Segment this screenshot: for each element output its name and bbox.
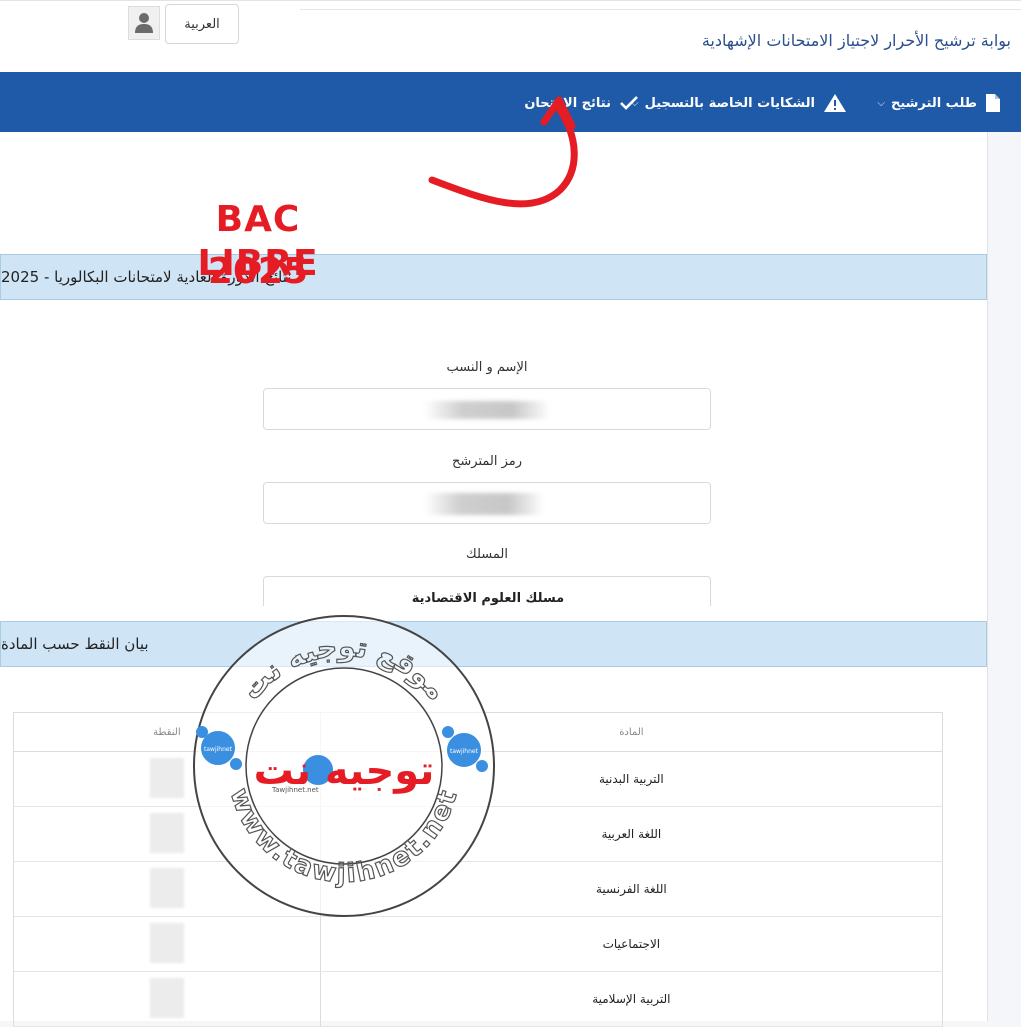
watermark-seal: موقع توجيه نت www.tawjihnet.net توجيه نت… xyxy=(193,615,495,917)
badge-left-text: tawjihnet xyxy=(204,746,233,753)
nav-item-complaints[interactable]: الشكايات الخاصة بالتسجيل ⌵ xyxy=(631,92,847,114)
track-value: مسلك العلوم الاقتصادية xyxy=(411,591,565,606)
check-icon xyxy=(619,95,639,111)
redacted-value xyxy=(149,812,184,853)
redacted-value xyxy=(149,977,184,1018)
name-label: الإسم و النسب xyxy=(446,360,528,375)
portal-title: بوابة ترشيح الأحرار لاجتياز الامتحانات ا… xyxy=(701,31,1011,50)
grade-cell xyxy=(13,971,321,1027)
name-field xyxy=(263,388,711,430)
annotation-arrow xyxy=(428,96,578,208)
user-icon xyxy=(135,13,153,33)
candidate-code-field xyxy=(263,482,711,524)
warning-icon xyxy=(823,93,847,113)
content-border xyxy=(987,132,988,1021)
user-button[interactable] xyxy=(128,6,160,40)
subject-cell: الاجتماعيات xyxy=(319,916,943,972)
chevron-down-icon: ⌵ xyxy=(877,97,885,109)
redacted-value xyxy=(149,867,184,908)
year-annotation: 2025 xyxy=(207,251,309,292)
candidate-code-label: رمز المترشح xyxy=(451,454,522,469)
redacted-value xyxy=(424,493,544,515)
track-field: مسلك العلوم الاقتصادية xyxy=(263,576,711,606)
table-row: التربية الإسلامية xyxy=(13,971,943,1027)
redacted-value xyxy=(149,757,184,798)
redacted-value xyxy=(424,401,550,419)
nav-item-label: طلب الترشيح xyxy=(890,95,977,111)
results-panel-title: نتائج الدورة العادية لامتحانات البكالوري… xyxy=(0,254,987,300)
nav-item-application[interactable]: طلب الترشيح ⌵ xyxy=(877,92,1001,114)
badge-right-text: tawjihnet xyxy=(450,748,479,755)
language-button[interactable]: العربية xyxy=(165,4,239,44)
file-icon xyxy=(985,93,1001,113)
grade-cell xyxy=(13,916,321,972)
table-row: الاجتماعيات xyxy=(13,916,943,972)
header-divider xyxy=(300,9,1021,10)
subject-cell: التربية الإسلامية xyxy=(319,971,943,1027)
track-label: المسلك xyxy=(466,547,508,562)
watermark-small-text: Tawjihnet.net xyxy=(271,786,319,794)
top-header: بوابة ترشيح الأحرار لاجتياز الامتحانات ا… xyxy=(0,0,1021,72)
nav-item-label: الشكايات الخاصة بالتسجيل xyxy=(644,95,815,111)
redacted-value xyxy=(149,922,184,963)
